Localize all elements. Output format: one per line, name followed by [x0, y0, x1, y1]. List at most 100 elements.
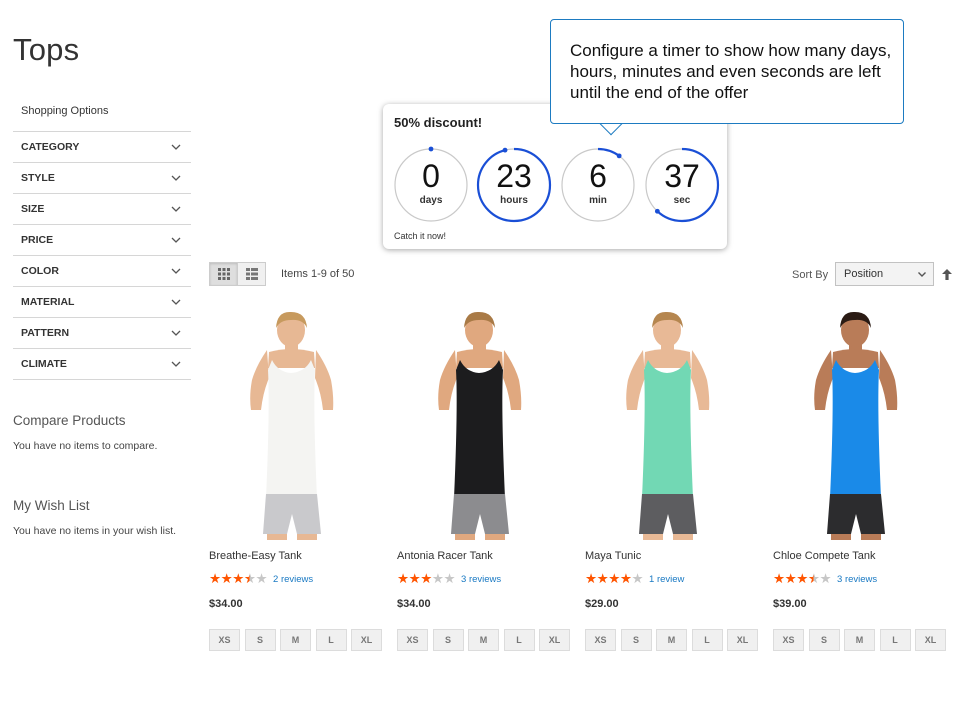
grid-view-button[interactable] [209, 262, 238, 286]
product-photo[interactable] [397, 308, 562, 540]
size-option[interactable]: XL [351, 629, 382, 651]
size-swatches: XS S M L XL [585, 629, 773, 651]
product-rating: ★★★★★ 3 reviews [397, 572, 585, 586]
countdown-timer: 50% discount! 0 days 23 hours 6 min 37 sec Catc… [383, 104, 727, 249]
compare-products-text: You have no items to compare. [13, 440, 158, 452]
size-option[interactable]: M [656, 629, 687, 651]
chevron-down-icon [171, 268, 181, 274]
product-photo[interactable] [209, 308, 374, 540]
wishlist-text: You have no items in your wish list. [13, 525, 177, 537]
size-swatches: XS S M L XL [397, 629, 585, 651]
rating-stars: ★★★★★ [585, 571, 644, 586]
timer-unit-label: min [589, 195, 607, 206]
size-option[interactable]: XS [209, 629, 240, 651]
list-view-button[interactable] [237, 262, 266, 286]
size-option[interactable]: M [280, 629, 311, 651]
size-option[interactable]: L [879, 629, 911, 651]
reviews-link[interactable]: 1 review [649, 574, 684, 585]
filter-size[interactable]: SIZE [13, 194, 191, 225]
timer-value: 23 [496, 158, 532, 194]
size-option[interactable]: L [503, 629, 535, 651]
filter-material[interactable]: MATERIAL [13, 287, 191, 318]
size-option[interactable]: XS [585, 629, 616, 651]
arrow-up-icon[interactable] [941, 268, 953, 281]
rating-stars: ★★★★★ [209, 571, 268, 586]
toolbar-amount: Items 1-9 of 50 [281, 268, 355, 280]
timer-value: 0 [422, 158, 440, 194]
timer-unit-label: days [419, 195, 443, 206]
filter-label: CATEGORY [21, 141, 80, 153]
product-photo[interactable] [585, 308, 750, 540]
size-option[interactable]: XS [773, 629, 804, 651]
timer-unit-label: sec [673, 195, 691, 206]
sort-by-value: Position [844, 268, 884, 280]
product-price: $34.00 [397, 598, 431, 610]
filter-label: SIZE [21, 203, 45, 215]
chevron-down-icon [918, 272, 926, 277]
product-name[interactable]: Maya Tunic [585, 550, 773, 564]
size-swatches: XS S M L XL [773, 629, 960, 651]
product-grid: Breathe-Easy Tank ★★★★★ 2 reviews $34.00 XS S… [209, 308, 960, 651]
filter-label: PATTERN [21, 327, 70, 339]
filter-style[interactable]: STYLE [13, 163, 191, 194]
filter-pattern[interactable]: PATTERN [13, 318, 191, 349]
view-mode-switcher [209, 262, 266, 286]
size-option[interactable]: XL [539, 629, 570, 651]
product-item: Antonia Racer Tank ★★★★★ 3 reviews $34.00 XS… [397, 308, 585, 651]
timer-unit-label: hours [500, 195, 528, 206]
product-rating: ★★★★★ 1 review [585, 572, 773, 586]
timer-min: 6 min [559, 146, 637, 224]
filter-label: COLOR [21, 265, 59, 277]
size-option[interactable]: S [244, 629, 276, 651]
timer-value: 37 [664, 158, 700, 194]
size-option[interactable]: M [844, 629, 875, 651]
timer-hours: 23 hours [475, 146, 553, 224]
chevron-down-icon [171, 299, 181, 305]
product-item: Maya Tunic ★★★★★ 1 review $29.00 XS S M L XL [585, 308, 773, 651]
shopping-options-title: Shopping Options [13, 100, 191, 132]
filter-list: CATEGORY STYLE SIZE PRICE COLOR MATERIAL PATTE… [13, 132, 191, 380]
size-option[interactable]: L [315, 629, 347, 651]
timer-title: 50% discount! [394, 115, 483, 130]
size-option[interactable]: L [691, 629, 723, 651]
reviews-link[interactable]: 2 reviews [273, 574, 313, 585]
product-name[interactable]: Chloe Compete Tank [773, 550, 960, 564]
product-item: Breathe-Easy Tank ★★★★★ 2 reviews $34.00 XS S… [209, 308, 397, 651]
filter-category[interactable]: CATEGORY [13, 132, 191, 163]
size-option[interactable]: M [468, 629, 499, 651]
filter-climate[interactable]: CLIMATE [13, 349, 191, 380]
reviews-link[interactable]: 3 reviews [837, 574, 877, 585]
filter-label: PRICE [21, 234, 54, 246]
size-option[interactable]: XL [727, 629, 758, 651]
product-price: $34.00 [209, 598, 243, 610]
product-price: $29.00 [585, 598, 619, 610]
product-name[interactable]: Breathe-Easy Tank [209, 550, 397, 564]
size-swatches: XS S M L XL [209, 629, 397, 651]
products-toolbar: Items 1-9 of 50 Sort By Position [209, 262, 954, 288]
size-option[interactable]: XL [915, 629, 946, 651]
product-item: Chloe Compete Tank ★★★★★ 3 reviews $39.00 XS… [773, 308, 960, 651]
filter-label: CLIMATE [21, 358, 67, 370]
rating-stars: ★★★★★ [773, 571, 832, 586]
product-name[interactable]: Antonia Racer Tank [397, 550, 585, 564]
info-callout: Configure a timer to show how many days,… [550, 19, 904, 124]
filter-label: STYLE [21, 172, 55, 184]
size-option[interactable]: S [432, 629, 464, 651]
filter-color[interactable]: COLOR [13, 256, 191, 287]
size-option[interactable]: S [808, 629, 840, 651]
size-option[interactable]: XS [397, 629, 428, 651]
filter-label: MATERIAL [21, 296, 75, 308]
chevron-down-icon [171, 144, 181, 150]
timer-value: 6 [589, 158, 607, 194]
chevron-down-icon [171, 237, 181, 243]
size-option[interactable]: S [620, 629, 652, 651]
grid-icon [217, 268, 230, 280]
wishlist-title: My Wish List [13, 498, 90, 513]
product-price: $39.00 [773, 598, 807, 610]
timer-days: 0 days [392, 146, 470, 224]
filter-price[interactable]: PRICE [13, 225, 191, 256]
compare-products-title: Compare Products [13, 413, 126, 428]
reviews-link[interactable]: 3 reviews [461, 574, 501, 585]
product-photo[interactable] [773, 308, 938, 540]
sort-by-select[interactable]: Position [835, 262, 934, 286]
